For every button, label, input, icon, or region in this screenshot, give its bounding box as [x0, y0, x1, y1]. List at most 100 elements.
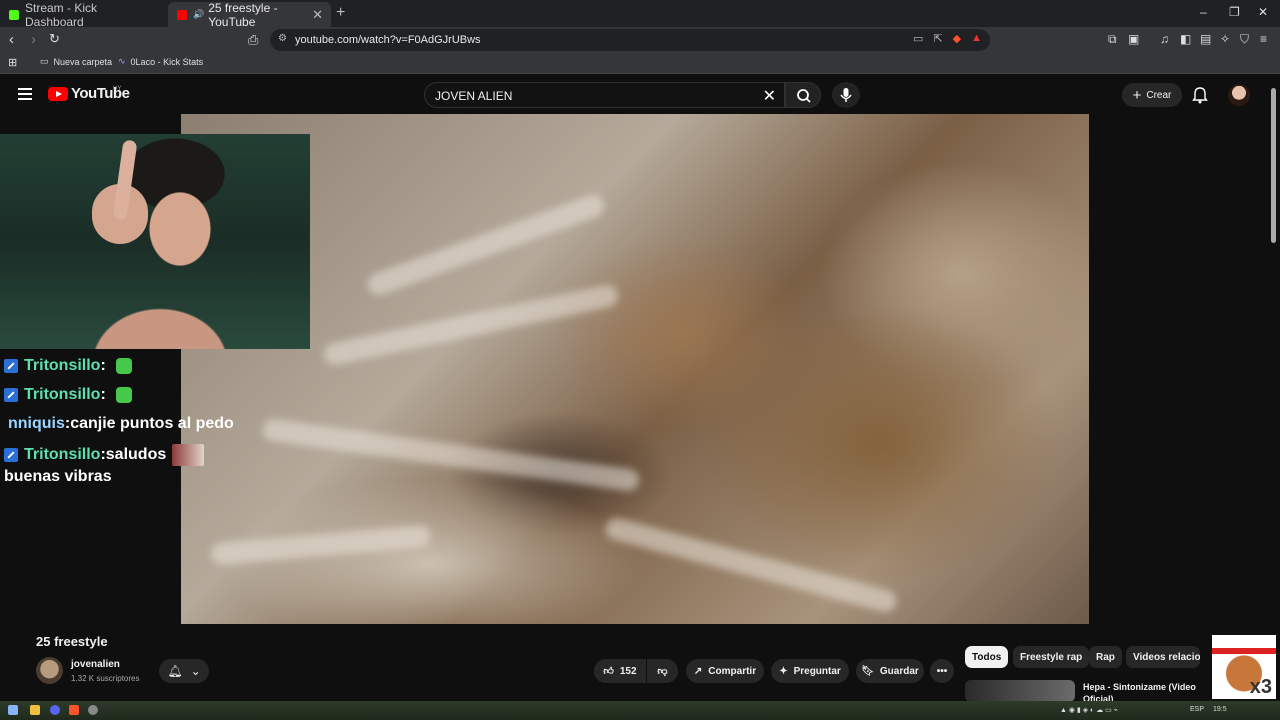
account-avatar[interactable] — [1228, 84, 1250, 106]
discord-icon[interactable] — [50, 705, 60, 715]
tab-kick-dashboard[interactable]: Stream - Kick Dashboard — [0, 0, 163, 29]
subscribed-notifications-button[interactable]: 🔔︎ ⌄ — [159, 659, 209, 683]
badge-icon — [4, 388, 18, 402]
channel-avatar[interactable] — [36, 657, 63, 684]
more-horizontal-icon: ••• — [936, 665, 948, 677]
chip-rap[interactable]: Rap — [1089, 646, 1122, 668]
chat-text: saludos — [105, 446, 167, 463]
chat-message: Tritonsillo : saludos — [4, 444, 205, 466]
sparkle-icon: ✦ — [779, 665, 788, 677]
share-icon[interactable]: ⇱ — [933, 32, 942, 45]
bell-icon: 🔔︎ — [167, 664, 183, 678]
minimize-button[interactable]: – — [1200, 5, 1207, 19]
chat-message: Tritonsillo : — [4, 357, 132, 375]
reload-icon[interactable]: ↻ — [49, 31, 60, 47]
hamburger-menu-icon[interactable] — [18, 88, 32, 100]
chat-message-continuation: buenas vibras — [4, 468, 112, 486]
voice-search-button[interactable] — [832, 82, 860, 108]
new-tab-button[interactable]: + — [336, 4, 345, 22]
site-info-icon[interactable]: ⚙ — [278, 33, 287, 44]
suggestion-thumbnail[interactable] — [965, 680, 1075, 702]
chip-freestyle-rap[interactable]: Freestyle rap — [1013, 646, 1090, 668]
page-scrollbar[interactable] — [1271, 88, 1276, 243]
ask-label: Preguntar — [793, 665, 841, 677]
like-count: 152 — [619, 665, 637, 677]
start-icon[interactable] — [8, 705, 18, 715]
webcam-overlay — [0, 134, 310, 349]
close-tab-icon[interactable]: ✕ — [312, 7, 323, 23]
brave-shield-icon[interactable]: ◆ — [953, 32, 961, 45]
chip-todos[interactable]: Todos — [965, 646, 1009, 668]
more-actions-button[interactable]: ••• — [930, 659, 954, 683]
share-arrow-icon: ↗ — [693, 665, 703, 677]
search-input[interactable]: JOVEN ALIEN ✕ — [424, 82, 785, 108]
ai-icon[interactable]: ✧ — [1220, 32, 1230, 46]
card-icon[interactable]: ▤ — [1200, 32, 1211, 46]
like-button[interactable]: 👍︎ 152 — [594, 659, 646, 683]
chat-text: buenas vibras — [4, 468, 112, 485]
address-bar[interactable]: ⎙ ⚙ youtube.com/watch?v=F0AdGJrUBws ▭ ⇱ … — [248, 29, 990, 51]
emote-icon — [115, 358, 132, 374]
video-player[interactable] — [181, 114, 1089, 624]
kick-favicon-icon — [9, 9, 19, 20]
tray-icons[interactable]: ▲ ◉ ▮ ◈ ◐ ☁ ▭ ⌁ — [1060, 706, 1118, 714]
tab-title: Stream - Kick Dashboard — [25, 0, 98, 29]
clear-search-icon[interactable]: ✕ — [763, 86, 776, 106]
search-button[interactable] — [785, 82, 821, 108]
language-indicator[interactable]: ESP — [1190, 706, 1204, 713]
url-text[interactable]: youtube.com/watch?v=F0AdGJrUBws — [295, 34, 481, 46]
chat-separator: : — [100, 386, 106, 403]
bookmark-icon[interactable]: ⎙ — [248, 32, 258, 48]
shield-icon[interactable]: ⛉ — [1240, 32, 1249, 47]
brave-icon[interactable] — [69, 705, 79, 715]
apps-grid-icon[interactable]: ⊞ — [8, 56, 17, 69]
chat-separator: : — [100, 357, 106, 374]
microphone-icon — [840, 88, 852, 102]
os-taskbar: ▲ ◉ ▮ ◈ ◐ ☁ ▭ ⌁ ESP 19:5 — [0, 701, 1280, 720]
search-query[interactable]: JOVEN ALIEN — [435, 89, 512, 103]
thumbs-down-icon: 👎︎ — [657, 666, 668, 677]
close-window-button[interactable]: ✕ — [1258, 5, 1268, 19]
obs-icon[interactable] — [88, 705, 98, 715]
chat-username: Tritonsillo — [24, 357, 101, 374]
back-arrow-icon[interactable]: ‹ — [9, 31, 14, 48]
bookmark-nueva-carpeta[interactable]: ▭ Nueva carpeta — [40, 56, 112, 67]
share-label: Compartir — [708, 665, 757, 677]
chevron-down-icon: ⌄ — [190, 664, 201, 678]
bookmark-kick-stats[interactable]: ∿ 0Laco - Kick Stats — [118, 56, 203, 67]
create-button[interactable]: + Crear — [1122, 83, 1182, 107]
restore-button[interactable]: ❐ — [1229, 5, 1240, 19]
notifications-bell-icon[interactable] — [1192, 86, 1208, 104]
share-button[interactable]: ↗ Compartir — [686, 659, 764, 683]
thumbs-up-icon: 👍︎ — [603, 666, 614, 677]
save-button[interactable]: 🔖︎ Guardar — [856, 659, 924, 683]
chat-message: nniquis : canjie puntos al pedo — [8, 415, 234, 433]
folder-icon: ▭ — [40, 56, 49, 66]
forward-arrow-icon[interactable]: › — [31, 31, 36, 48]
badge-icon — [4, 359, 18, 373]
channel-name[interactable]: jovenalien — [71, 659, 120, 670]
chip-videos-relacionados[interactable]: Videos relacion — [1126, 646, 1200, 668]
bookmark-save-icon: 🔖︎ — [861, 665, 874, 677]
menu-icon[interactable]: ≡ — [1260, 32, 1267, 46]
browser-tab-bar: Stream - Kick Dashboard 🔊 25 freestyle -… — [0, 0, 1280, 29]
cast-icon[interactable]: ▭ — [913, 32, 923, 45]
extensions-icon[interactable]: ⧉ — [1108, 32, 1117, 47]
overlay-badge-text: x3 — [1249, 676, 1272, 698]
wallet-icon[interactable]: ▣ — [1128, 32, 1139, 46]
ask-button[interactable]: ✦ Preguntar — [771, 659, 849, 683]
browser-toolbar: ‹ › ↻ ⎙ ⚙ youtube.com/watch?v=F0AdGJrUBw… — [0, 27, 1280, 52]
bookmark-label: Nueva carpeta — [53, 56, 113, 67]
chat-username: Tritonsillo — [24, 386, 101, 403]
clock[interactable]: 19:5 — [1213, 706, 1227, 713]
file-explorer-icon[interactable] — [30, 705, 40, 715]
youtube-play-icon — [48, 86, 68, 101]
tab-youtube[interactable]: 🔊 25 freestyle - YouTube ✕ — [168, 1, 331, 29]
sidebar-icon[interactable]: ◧ — [1180, 32, 1191, 46]
chart-icon: ∿ — [118, 56, 126, 66]
chat-text: canjie puntos al pedo — [70, 415, 234, 432]
rewards-icon[interactable]: ▲ — [971, 32, 982, 45]
dislike-button[interactable]: 👎︎ — [647, 659, 678, 683]
music-icon[interactable]: ♫ — [1160, 32, 1169, 46]
video-title: 25 freestyle — [36, 634, 108, 649]
